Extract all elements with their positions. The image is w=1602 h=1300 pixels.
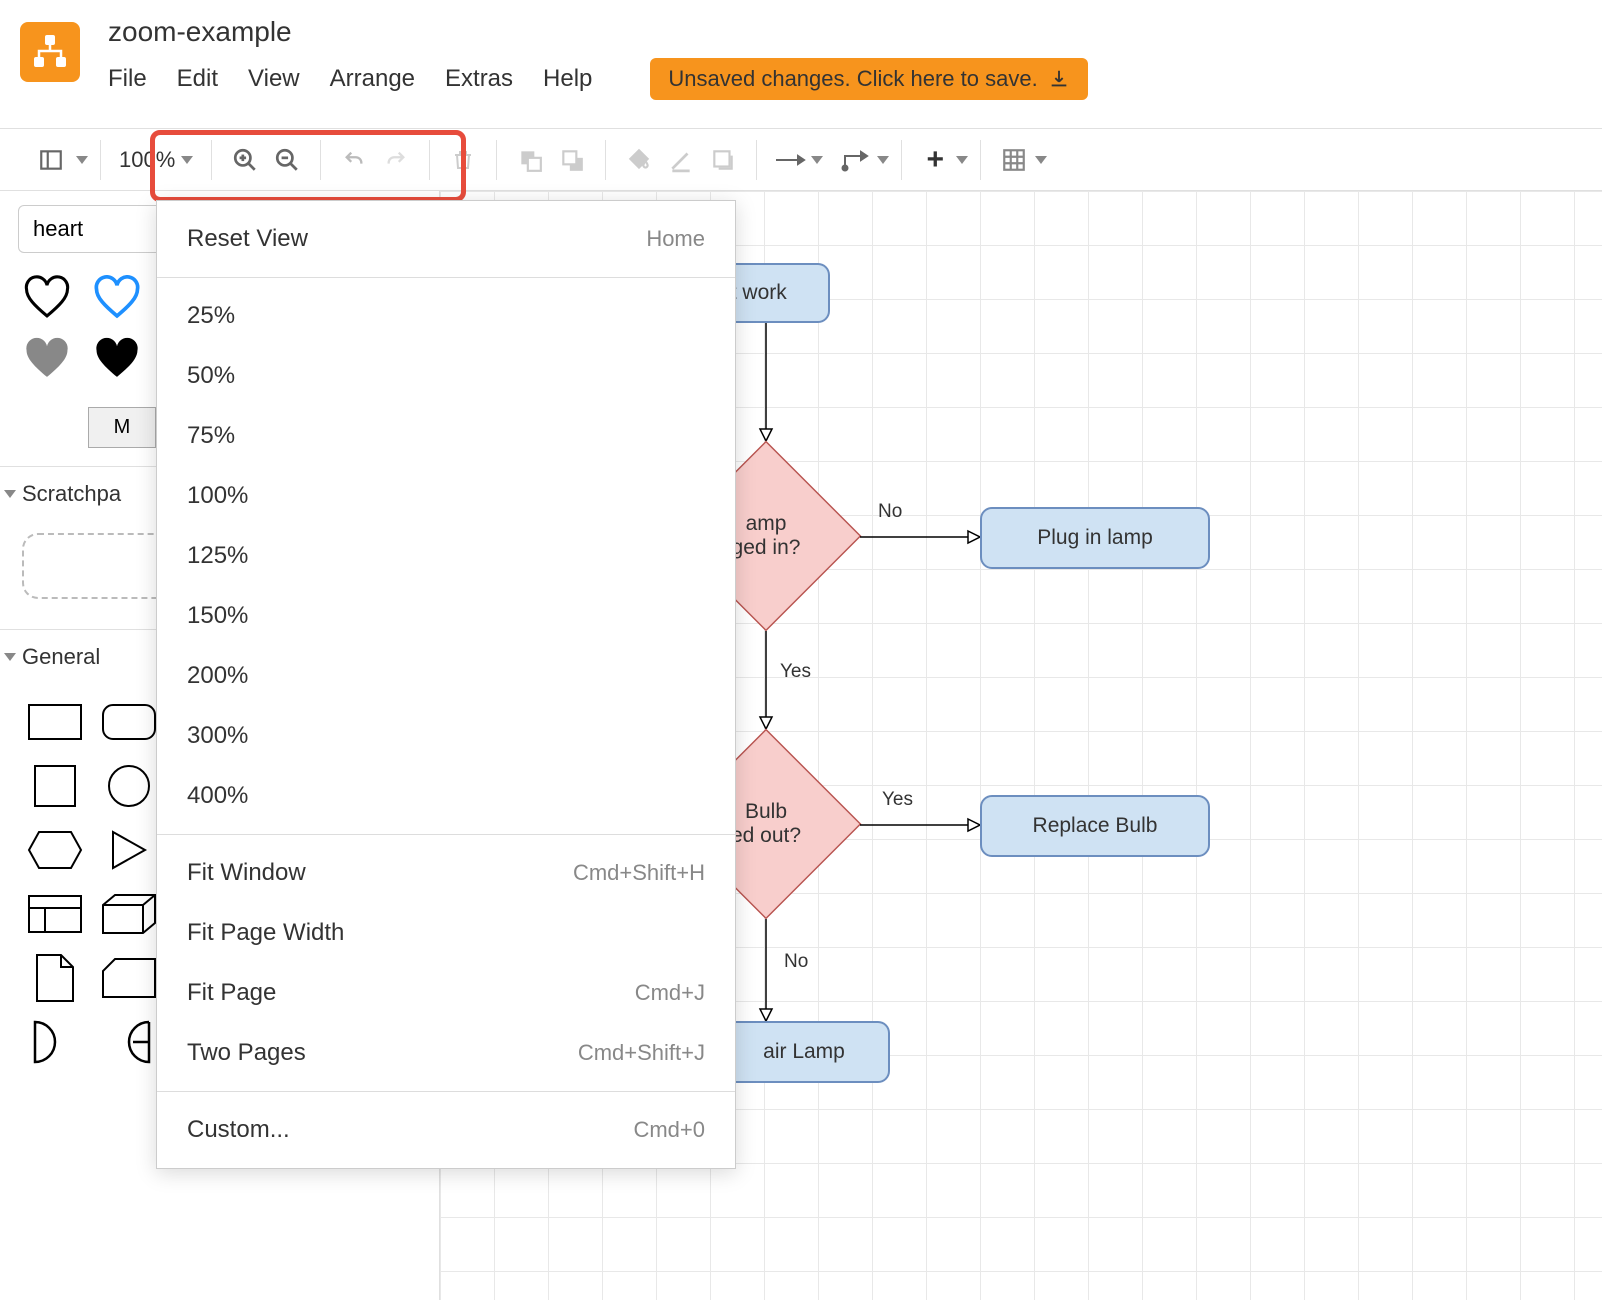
menu-edit[interactable]: Edit [177, 65, 218, 93]
collapse-icon [4, 490, 16, 498]
save-banner-text: Unsaved changes. Click here to save. [668, 66, 1037, 92]
menu-view[interactable]: View [248, 65, 300, 93]
flow-node-plug-in[interactable]: Plug in lamp [980, 507, 1210, 569]
shape-square[interactable] [22, 758, 88, 814]
chevron-down-icon [181, 156, 193, 164]
zoom-fit-page-width[interactable]: Fit Page Width [157, 903, 735, 963]
shape-half-circle[interactable] [22, 1014, 88, 1070]
zoom-75[interactable]: 75% [157, 406, 735, 466]
zoom-50[interactable]: 50% [157, 346, 735, 406]
zoom-dropdown-menu: Reset View Home 25% 50% 75% 100% 125% 15… [156, 200, 736, 1169]
chevron-down-icon[interactable] [76, 156, 88, 164]
download-icon [1048, 68, 1070, 90]
edge-label-yes: Yes [882, 789, 913, 811]
shadow-button[interactable] [702, 139, 744, 181]
menu-help[interactable]: Help [543, 65, 592, 93]
delete-button[interactable] [442, 139, 484, 181]
chevron-down-icon[interactable] [811, 156, 823, 164]
shape-cube[interactable] [96, 886, 162, 942]
zoom-25[interactable]: 25% [157, 286, 735, 346]
edge-label-no: No [878, 501, 902, 523]
to-front-button[interactable] [509, 139, 551, 181]
sidebar-toggle-button[interactable] [30, 139, 72, 181]
zoom-150[interactable]: 150% [157, 586, 735, 646]
zoom-two-pages[interactable]: Two Pages Cmd+Shift+J [157, 1023, 735, 1083]
heart-outline-icon[interactable] [22, 275, 72, 320]
menu-extras[interactable]: Extras [445, 65, 513, 93]
to-back-button[interactable] [551, 139, 593, 181]
shape-card[interactable] [96, 950, 162, 1006]
redo-button[interactable] [375, 139, 417, 181]
zoom-300[interactable]: 300% [157, 706, 735, 766]
zoom-100[interactable]: 100% [157, 466, 735, 526]
zoom-fit-window[interactable]: Fit Window Cmd+Shift+H [157, 843, 735, 903]
zoom-value: 100% [119, 147, 175, 173]
connection-style-button[interactable] [769, 139, 811, 181]
heart-black-icon[interactable] [92, 336, 142, 381]
waypoint-style-button[interactable] [835, 139, 877, 181]
more-shapes-button[interactable]: M [88, 407, 156, 448]
chevron-down-icon[interactable] [877, 156, 889, 164]
table-button[interactable] [993, 139, 1035, 181]
fill-color-button[interactable] [618, 139, 660, 181]
app-logo [20, 22, 80, 82]
scratchpad-label: Scratchpa [22, 481, 121, 507]
heart-blue-outline-icon[interactable] [92, 275, 142, 320]
edge-label-no: No [784, 951, 808, 973]
menubar: File Edit View Arrange Extras Help Unsav… [108, 58, 1088, 100]
toolbar: 100% + [0, 129, 1602, 191]
heart-gray-icon[interactable] [22, 336, 72, 381]
collapse-icon [4, 653, 16, 661]
chevron-down-icon[interactable] [1035, 156, 1047, 164]
shape-circle[interactable] [96, 758, 162, 814]
shape-document[interactable] [22, 950, 88, 1006]
shape-triangle[interactable] [96, 822, 162, 878]
zoom-125[interactable]: 125% [157, 526, 735, 586]
shape-rounded-rect[interactable] [96, 694, 162, 750]
general-label: General [22, 644, 100, 670]
shape-callout[interactable] [96, 1014, 162, 1070]
shape-hexagon[interactable] [22, 822, 88, 878]
shape-rectangle[interactable] [22, 694, 88, 750]
chevron-down-icon[interactable] [956, 156, 968, 164]
zoom-custom[interactable]: Custom... Cmd+0 [157, 1100, 735, 1160]
zoom-reset-view[interactable]: Reset View Home [157, 209, 735, 269]
zoom-out-button[interactable] [266, 139, 308, 181]
zoom-200[interactable]: 200% [157, 646, 735, 706]
flow-node-repair[interactable]: air Lamp [720, 1021, 890, 1083]
line-color-button[interactable] [660, 139, 702, 181]
zoom-fit-page[interactable]: Fit Page Cmd+J [157, 963, 735, 1023]
document-title[interactable]: zoom-example [108, 16, 1088, 48]
flow-node-replace[interactable]: Replace Bulb [980, 795, 1210, 857]
undo-button[interactable] [333, 139, 375, 181]
zoom-level-dropdown[interactable]: 100% [113, 147, 199, 173]
insert-button[interactable]: + [914, 139, 956, 181]
zoom-400[interactable]: 400% [157, 766, 735, 826]
zoom-in-button[interactable] [224, 139, 266, 181]
edge-label-yes: Yes [780, 661, 811, 683]
app-header: zoom-example File Edit View Arrange Extr… [0, 0, 1602, 129]
menu-file[interactable]: File [108, 65, 147, 93]
shape-table[interactable] [22, 886, 88, 942]
save-banner[interactable]: Unsaved changes. Click here to save. [650, 58, 1087, 100]
menu-arrange[interactable]: Arrange [330, 65, 415, 93]
